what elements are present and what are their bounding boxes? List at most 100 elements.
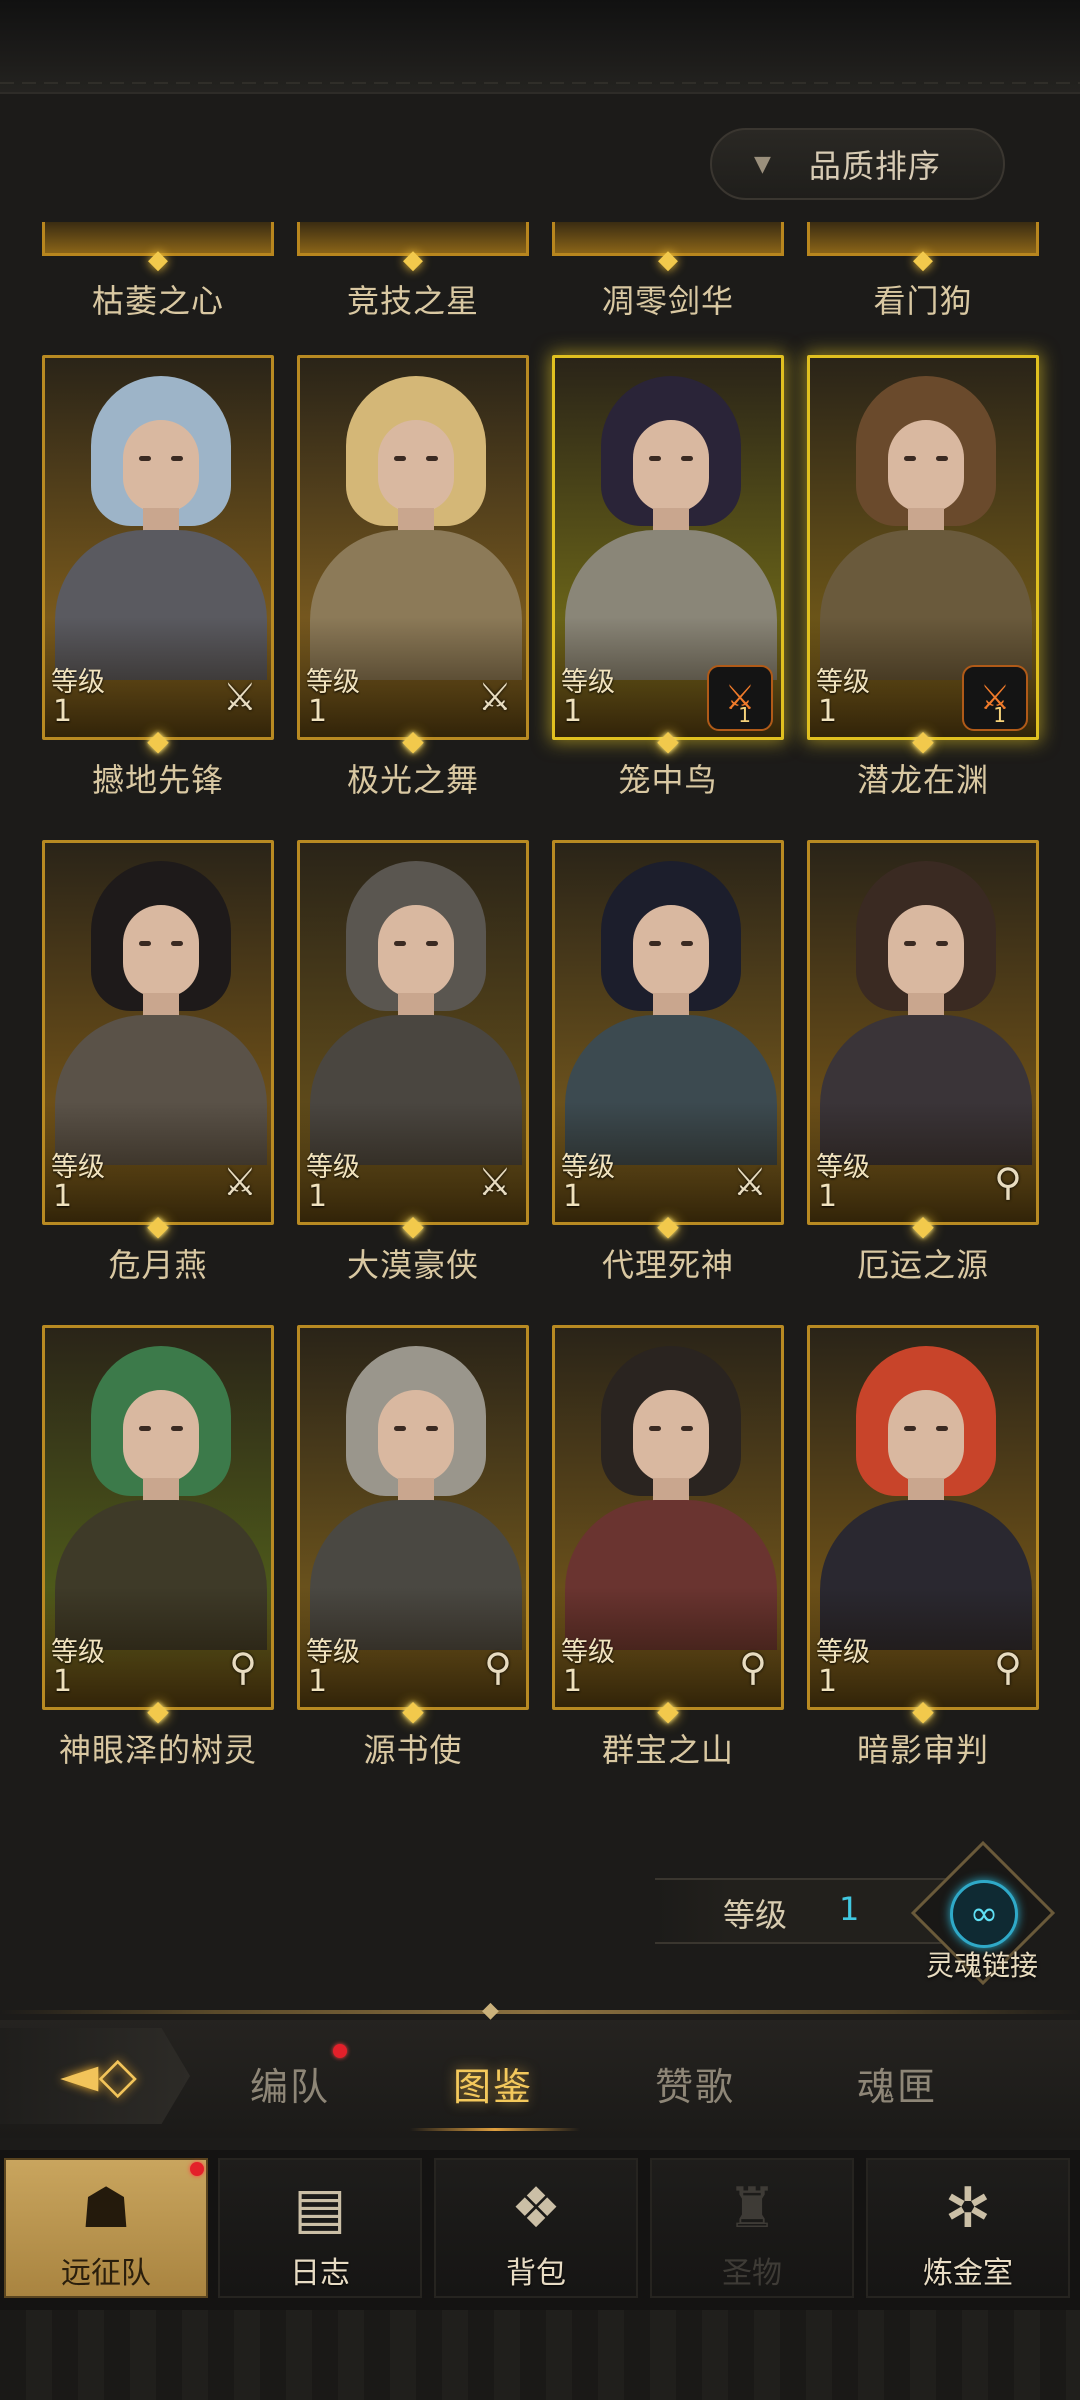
- nav-scroll[interactable]: ▤ 日志: [218, 2158, 422, 2298]
- nav-label: 圣物: [722, 2256, 782, 2291]
- hero-card[interactable]: 等级 1 ⚲ ◆: [552, 1325, 784, 1727]
- hero-name: 厄运之源: [856, 1246, 989, 1284]
- active-tab-indicator: [410, 2128, 580, 2131]
- hero-name: 枯萎之心: [91, 282, 224, 320]
- staff-icon: ⚲: [994, 1645, 1022, 1689]
- soul-link-button[interactable]: ∞ 灵魂链接: [910, 1840, 1056, 1986]
- hero-card[interactable]: 等级 1 ⚲ ◆: [297, 1325, 529, 1727]
- rarity-gem-icon: ◆: [657, 1209, 679, 1242]
- rarity-gem-icon: ◆: [912, 724, 934, 757]
- rarity-gem-icon: ◆: [912, 1209, 934, 1242]
- hero-card[interactable]: 等级 1 ⚔ ◆: [297, 355, 529, 757]
- hero-card[interactable]: 等级 1 ⚲ ◆: [42, 1325, 274, 1727]
- hero-name: 危月燕: [108, 1246, 208, 1284]
- level-value: 1: [308, 694, 328, 729]
- rarity-gem-icon: ◆: [147, 1694, 169, 1727]
- hero-name: 看门狗: [873, 282, 973, 320]
- hero-name: 凋零剑华: [601, 282, 734, 320]
- level-filter-value: 1: [839, 1890, 860, 1928]
- hero-name: 代理死神: [601, 1246, 734, 1284]
- tab-soul-box[interactable]: 魂匣: [857, 2056, 937, 2111]
- rarity-gem-icon: ◆: [147, 724, 169, 757]
- staff-icon: ⚲: [484, 1645, 512, 1689]
- hero-card[interactable]: 等级 1 ⚔ ◆: [42, 355, 274, 757]
- sword-icon: ⚔: [222, 1160, 257, 1204]
- tab-hymn[interactable]: 赞歌: [655, 2056, 735, 2111]
- hero-card-partial[interactable]: [807, 222, 1039, 256]
- tab-formation[interactable]: 编队: [250, 2056, 330, 2111]
- hero-name: 潜龙在渊: [856, 761, 989, 799]
- staff-icon: ⚲: [229, 1645, 257, 1689]
- back-button[interactable]: ◄◇: [0, 2028, 190, 2124]
- hero-card[interactable]: 等级 1 ⚔ 1 ◆: [552, 355, 784, 757]
- nav-label: 远征队: [61, 2256, 151, 2291]
- level-value: 1: [818, 1179, 838, 1214]
- notification-dot: [190, 2162, 204, 2176]
- nav-label: 炼金室: [923, 2256, 1013, 2291]
- level-filter-label: 等级: [723, 1896, 788, 1934]
- rarity-gem-icon: ◆: [147, 1209, 169, 1242]
- hero-card-partial[interactable]: [297, 222, 529, 256]
- level-value: 1: [53, 1179, 73, 1214]
- hero-name: 神眼泽的树灵: [58, 1731, 257, 1769]
- nav-helmet[interactable]: ☗ 远征队: [4, 2158, 208, 2298]
- bottom-ornament-strip: [0, 2310, 1080, 2400]
- level-value: 1: [818, 1664, 838, 1699]
- back-arrow-icon: ◄◇: [60, 2046, 137, 2104]
- level-value: 1: [53, 694, 73, 729]
- nav-bag[interactable]: ❖ 背包: [434, 2158, 638, 2298]
- sword-icon: ⚔: [477, 675, 512, 719]
- hero-card[interactable]: 等级 1 ⚲ ◆: [807, 1325, 1039, 1727]
- hero-name: 笼中鸟: [618, 761, 718, 799]
- link-icon: ∞: [950, 1880, 1018, 1948]
- relic-icon: ♜: [726, 2176, 778, 2241]
- level-value: 1: [308, 1664, 328, 1699]
- rarity-gem-icon: ◆: [402, 724, 424, 757]
- hero-card[interactable]: 等级 1 ⚔ ◆: [297, 840, 529, 1242]
- rarity-gem-icon: ◆: [657, 1694, 679, 1727]
- scroll-icon: ▤: [293, 2176, 347, 2241]
- hero-card[interactable]: 等级 1 ⚔ ◆: [552, 840, 784, 1242]
- level-value: 1: [53, 1664, 73, 1699]
- level-value: 1: [563, 694, 583, 729]
- sword-icon: ⚔: [732, 1160, 767, 1204]
- rarity-gem-icon: ◆: [912, 1694, 934, 1727]
- nav-alchemy[interactable]: ✲ 炼金室: [866, 2158, 1070, 2298]
- sword-icon: ⚔: [222, 675, 257, 719]
- hero-name: 暗影审判: [856, 1731, 989, 1769]
- soul-link-label: 灵魂链接: [925, 1949, 1038, 1982]
- tab-codex[interactable]: 图鉴: [453, 2056, 533, 2111]
- hero-card-partial[interactable]: [42, 222, 274, 256]
- staff-icon: ⚲: [994, 1160, 1022, 1204]
- rarity-gem-icon: ◆: [657, 724, 679, 757]
- sword-icon: ⚔: [477, 1160, 512, 1204]
- level-value: 1: [818, 694, 838, 729]
- hero-card[interactable]: 等级 1 ⚲ ◆: [807, 840, 1039, 1242]
- notification-dot: [333, 2044, 347, 2058]
- hero-name: 撼地先锋: [91, 761, 224, 799]
- hero-card[interactable]: 等级 1 ⚔ ◆: [42, 840, 274, 1242]
- hero-name: 源书使: [363, 1731, 463, 1769]
- hero-name: 竞技之星: [346, 282, 479, 320]
- section-divider: [0, 2010, 1080, 2014]
- level-filter[interactable]: 等级 1: [655, 1878, 955, 1944]
- nav-label: 日志: [290, 2256, 350, 2291]
- nav-label: 背包: [506, 2256, 566, 2291]
- nav-relic[interactable]: ♜ 圣物: [650, 2158, 854, 2298]
- hero-card-partial[interactable]: [552, 222, 784, 256]
- level-value: 1: [563, 1664, 583, 1699]
- hero-name: 极光之舞: [346, 761, 479, 799]
- alchemy-icon: ✲: [944, 2176, 992, 2241]
- level-value: 1: [563, 1179, 583, 1214]
- weapon-badge-icon: ⚔ 1: [707, 665, 773, 731]
- weapon-badge-icon: ⚔ 1: [962, 665, 1028, 731]
- hero-card[interactable]: 等级 1 ⚔ 1 ◆: [807, 355, 1039, 757]
- helmet-icon: ☗: [80, 2176, 132, 2241]
- hero-name: 大漠豪侠: [346, 1246, 479, 1284]
- staff-icon: ⚲: [739, 1645, 767, 1689]
- rarity-gem-icon: ◆: [402, 1694, 424, 1727]
- level-value: 1: [308, 1179, 328, 1214]
- rarity-gem-icon: ◆: [402, 1209, 424, 1242]
- bag-icon: ❖: [510, 2176, 562, 2241]
- hero-name: 群宝之山: [601, 1731, 734, 1769]
